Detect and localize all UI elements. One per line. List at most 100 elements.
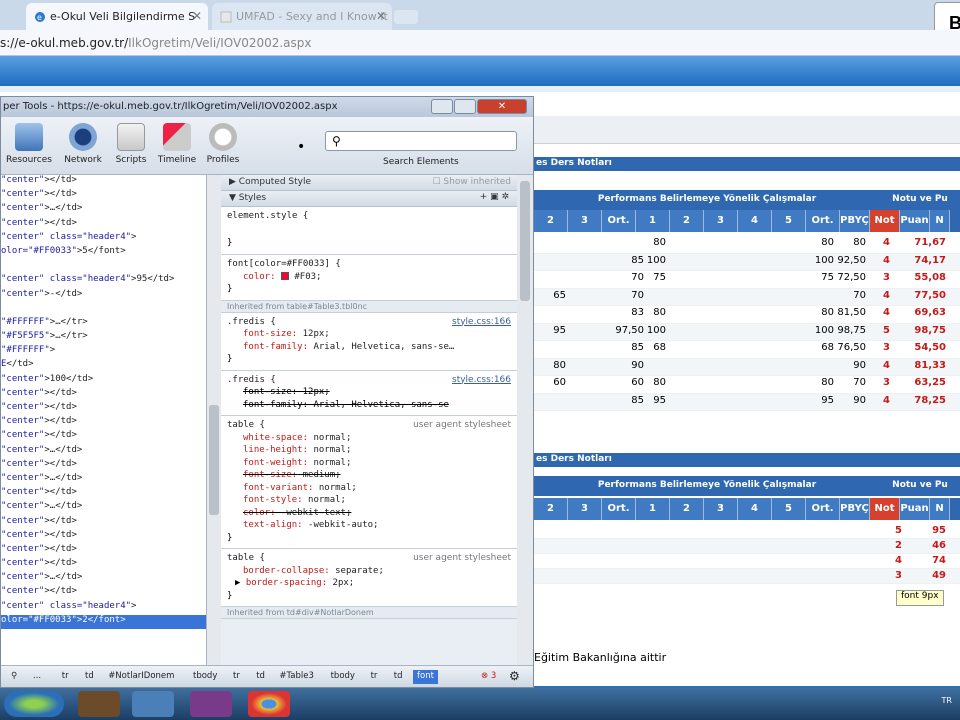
dom-node[interactable]: "center"></td> — [1, 558, 206, 572]
property-name[interactable]: font-family: — [243, 342, 308, 352]
new-tab-button[interactable] — [394, 10, 418, 24]
property-value[interactable]: #F03; — [294, 272, 321, 282]
scrollbar-thumb[interactable] — [520, 181, 530, 301]
dom-node[interactable]: "#FFFFFF"> — [1, 345, 206, 359]
dom-node[interactable]: "center">100</td> — [1, 374, 206, 388]
fredis-rule[interactable]: style.css:166 .fredis { font-size: 12px; … — [221, 312, 517, 371]
breadcrumb-item[interactable]: #Table3 — [275, 670, 318, 684]
taskbar-app-icon[interactable] — [190, 691, 232, 717]
more-icon[interactable]: • — [297, 139, 305, 155]
dom-scrollbar[interactable] — [207, 175, 221, 665]
dom-node[interactable]: "center"></td> — [1, 416, 206, 430]
timeline-button[interactable]: Timeline — [153, 123, 201, 165]
dom-node[interactable]: "center">…</td> — [1, 473, 206, 487]
expand-arrow-icon[interactable]: ▶ — [235, 578, 246, 588]
breadcrumb-item[interactable]: tbody — [189, 670, 221, 684]
tab-umfad[interactable]: UMFAD - Sexy and I Know It ✕ — [212, 3, 392, 30]
tab-e-okul[interactable]: e e-Okul Veli Bilgilendirme S ✕ — [26, 3, 208, 30]
close-tab-icon[interactable]: ✕ — [192, 9, 202, 23]
dom-node[interactable] — [1, 260, 206, 274]
dom-node[interactable]: "center"></td> — [1, 402, 206, 416]
dom-node[interactable]: olor="#FF0033">5</font> — [1, 246, 206, 260]
css-property[interactable]: color: -webkit-text; — [227, 507, 511, 520]
error-count[interactable]: ⊗ 3 — [477, 670, 500, 684]
dom-node[interactable] — [1, 303, 206, 317]
dom-node[interactable]: "center"></td> — [1, 586, 206, 600]
source-link[interactable]: style.css:166 — [452, 374, 511, 387]
css-property[interactable]: line-height: normal; — [227, 444, 511, 457]
show-inherited-checkbox[interactable]: ☐ Show inherited — [432, 177, 511, 187]
network-button[interactable]: Network — [59, 123, 107, 165]
table-ua-rule-2[interactable]: user agent stylesheet table { border-coll… — [221, 549, 517, 607]
breadcrumb-item[interactable]: td — [81, 670, 98, 684]
search-elements-input[interactable]: ⚲ — [325, 131, 517, 151]
new-rule-icon[interactable]: + ▣ ✲ — [480, 192, 509, 202]
dom-node[interactable]: "center"></td> — [1, 487, 206, 501]
gear-icon[interactable]: ⚙ — [505, 668, 524, 683]
css-property[interactable]: font-size: medium; — [227, 469, 511, 482]
property-name[interactable]: font-size: — [243, 329, 297, 339]
property-value[interactable]: Arial, Helvetica, sans-se… — [313, 342, 454, 352]
breadcrumb-item[interactable]: font — [413, 670, 438, 684]
dom-node[interactable]: "center">…</td> — [1, 572, 206, 586]
property-value[interactable]: 2px; — [333, 578, 355, 588]
dom-node[interactable]: "center">…</td> — [1, 203, 206, 217]
scrollbar-thumb[interactable] — [209, 405, 219, 515]
color-swatch[interactable] — [280, 272, 289, 280]
property-value[interactable]: 12px; — [303, 329, 330, 339]
dom-node[interactable]: "center" class="header4"> — [1, 232, 206, 246]
minimize-button[interactable] — [431, 99, 453, 114]
dom-node[interactable]: "#F5F5F5">…</tr> — [1, 331, 206, 345]
css-property[interactable]: font-weight: normal; — [227, 457, 511, 470]
table-ua-rule[interactable]: user agent stylesheet table { white-space… — [221, 416, 517, 549]
breadcrumb-item[interactable]: tbody — [327, 670, 359, 684]
url-text[interactable]: s://e-okul.meb.gov.tr/IlkOgretim/Veli/IO… — [0, 36, 312, 50]
css-property[interactable]: font-variant: normal; — [227, 482, 511, 495]
breadcrumb-item[interactable]: tr — [58, 670, 73, 684]
fredis-overridden-rule[interactable]: style.css:166 .fredis { font-size: 12px; … — [221, 370, 517, 416]
maximize-button[interactable] — [454, 99, 476, 114]
css-property[interactable]: text-align: -webkit-auto; — [227, 519, 511, 532]
dom-node[interactable]: "center">…</td> — [1, 501, 206, 515]
source-link[interactable]: style.css:166 — [452, 316, 511, 329]
overridden-property[interactable]: font-family: Arial, Helvetica, sans-se — [227, 399, 511, 412]
language-indicator[interactable]: TR — [942, 696, 952, 705]
dom-node[interactable]: olor="#FF0033">2</font> — [1, 614, 206, 629]
styles-header[interactable]: ▼ Styles + ▣ ✲ — [221, 191, 517, 207]
property-name[interactable]: color: — [243, 272, 276, 282]
resources-button[interactable]: Resources — [5, 123, 53, 165]
search-icon[interactable]: ⚲ — [7, 670, 21, 684]
breadcrumb-item[interactable]: tr — [229, 670, 244, 684]
dom-node[interactable]: "center"></td> — [1, 218, 206, 232]
profiles-button[interactable]: Profiles — [199, 123, 247, 165]
dom-node[interactable]: "center"></td> — [1, 516, 206, 530]
chrome-icon[interactable] — [248, 691, 290, 717]
close-window-button[interactable]: ✕ — [477, 99, 527, 114]
dom-node[interactable]: "center"></td> — [1, 430, 206, 444]
dom-node[interactable]: "center">…</td> — [1, 445, 206, 459]
scripts-button[interactable]: Scripts — [107, 123, 155, 165]
property-name[interactable]: border-spacing: — [246, 578, 327, 588]
breadcrumb-item[interactable]: #NotlarIDonem — [104, 670, 178, 684]
address-bar[interactable]: s://e-okul.meb.gov.tr/IlkOgretim/Veli/IO… — [0, 30, 960, 56]
start-button[interactable] — [4, 691, 64, 717]
css-property[interactable]: font-style: normal; — [227, 494, 511, 507]
dom-node[interactable]: E</td> — [1, 359, 206, 373]
styles-scrollbar[interactable] — [517, 175, 533, 665]
taskbar-app-icon[interactable] — [132, 691, 174, 717]
dom-node[interactable]: "center"></td> — [1, 189, 206, 203]
breadcrumb-item[interactable]: td — [252, 670, 269, 684]
taskbar-app-icon[interactable] — [78, 691, 120, 717]
property-value[interactable]: separate; — [335, 566, 384, 576]
overridden-property[interactable]: font-size: 12px; — [227, 386, 511, 399]
dom-node[interactable]: "center"></td> — [1, 544, 206, 558]
dom-tree[interactable]: "center"></td> "center"></td> "center">…</… — [1, 175, 207, 665]
dom-node[interactable]: "center">-</td> — [1, 289, 206, 303]
system-tray[interactable]: TR — [942, 696, 952, 705]
font-color-rule[interactable]: font[color=#FF0033] { color: #F03; } — [221, 255, 517, 301]
dom-node[interactable]: "center"></td> — [1, 388, 206, 402]
breadcrumb-item[interactable]: td — [390, 670, 407, 684]
dom-node[interactable]: "center"></td> — [1, 530, 206, 544]
dom-node[interactable]: "center"></td> — [1, 175, 206, 189]
element-style-rule[interactable]: element.style { } — [221, 207, 517, 255]
